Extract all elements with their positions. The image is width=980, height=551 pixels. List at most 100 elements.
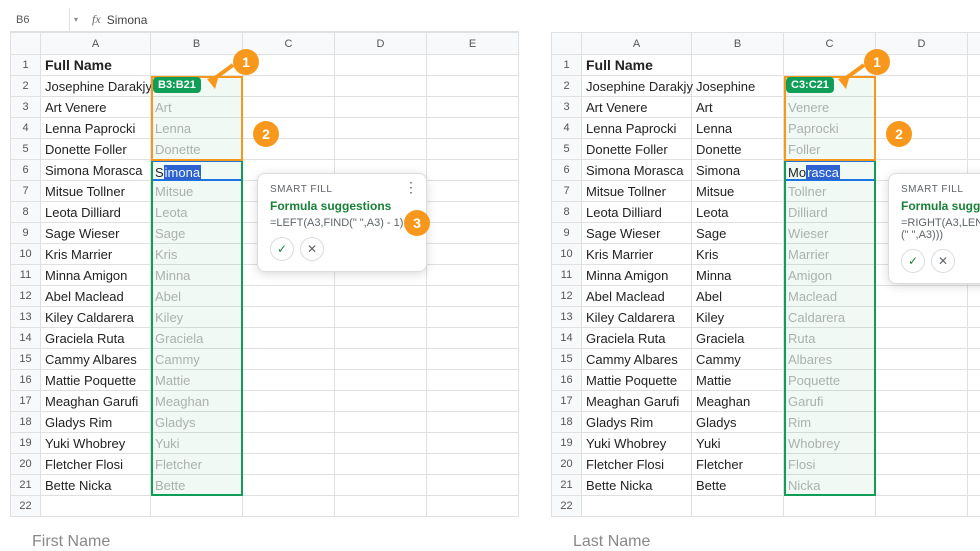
cell[interactable] [243,391,335,412]
row-header[interactable]: 2 [11,76,41,97]
cell[interactable] [243,454,335,475]
column-header-E[interactable]: E [427,33,519,55]
cell[interactable]: Donette Foller [41,139,151,160]
cell[interactable]: Kiley Caldarera [582,307,692,328]
cell[interactable] [335,370,427,391]
cell[interactable]: Kris [692,244,784,265]
cell[interactable]: Kris [151,244,243,265]
cell[interactable]: Josephine Darakjy [41,76,151,97]
accept-button[interactable]: ✓ [901,249,925,273]
column-header-A[interactable]: A [582,33,692,55]
cell[interactable] [243,76,335,97]
cell[interactable] [335,412,427,433]
cell[interactable]: Foller [784,139,876,160]
cell[interactable]: Maclead [784,286,876,307]
cell[interactable]: Cammy [692,349,784,370]
row-header[interactable]: 16 [11,370,41,391]
row-header[interactable]: 9 [552,223,582,244]
row-header[interactable]: 4 [552,118,582,139]
cell[interactable] [335,454,427,475]
cell[interactable]: Graciela [692,328,784,349]
cell[interactable]: Lenna Paprocki [41,118,151,139]
cell[interactable]: Flosi [784,454,876,475]
cell[interactable] [335,139,427,160]
cell[interactable] [876,412,968,433]
row-header[interactable]: 12 [552,286,582,307]
row-header[interactable]: 18 [552,412,582,433]
row-header[interactable]: 1 [11,55,41,76]
accept-button[interactable]: ✓ [270,237,294,261]
cell[interactable]: Gladys [151,412,243,433]
cell[interactable] [427,286,519,307]
cell[interactable]: Tollner [784,181,876,202]
cell[interactable]: Bette [151,475,243,496]
spreadsheet-grid-right[interactable]: A B C D E 1Full Name2Josephine DarakjyJo… [551,32,980,517]
cell[interactable]: Garufi [784,391,876,412]
column-header-C[interactable]: C [243,33,335,55]
cell[interactable]: Dilliard [784,202,876,223]
cell[interactable]: Donette Foller [582,139,692,160]
cell[interactable]: Abel [692,286,784,307]
cell[interactable] [335,349,427,370]
cell[interactable] [968,454,980,475]
cell[interactable] [876,496,968,517]
formula-bar-input[interactable]: Simona [107,13,148,27]
row-header[interactable]: 19 [552,433,582,454]
cell[interactable] [427,391,519,412]
cell[interactable] [335,97,427,118]
row-header[interactable]: 14 [552,328,582,349]
cell[interactable]: Art [151,97,243,118]
cell[interactable] [427,76,519,97]
column-header-E[interactable]: E [968,33,980,55]
cell[interactable]: Mattie Poquette [41,370,151,391]
column-header-D[interactable]: D [876,33,968,55]
cell[interactable] [41,496,151,517]
cell[interactable]: Whobrey [784,433,876,454]
cell[interactable]: Sage [692,223,784,244]
cell[interactable] [427,181,519,202]
cell[interactable]: Josephine Darakjy [582,76,692,97]
row-header[interactable]: 16 [552,370,582,391]
cell[interactable] [876,475,968,496]
cell[interactable]: Bette Nicka [41,475,151,496]
column-header-D[interactable]: D [335,33,427,55]
cell[interactable] [243,349,335,370]
cell[interactable]: Full Name [582,55,692,76]
cell[interactable] [427,223,519,244]
row-header[interactable]: 13 [11,307,41,328]
cell[interactable] [968,307,980,328]
cell[interactable] [427,328,519,349]
cell[interactable] [243,97,335,118]
row-header[interactable]: 7 [11,181,41,202]
row-header[interactable]: 3 [11,97,41,118]
cell[interactable] [151,496,243,517]
cell[interactable]: Leota Dilliard [582,202,692,223]
cell[interactable] [692,496,784,517]
row-header[interactable]: 15 [11,349,41,370]
cell[interactable] [427,139,519,160]
cell[interactable]: Art [692,97,784,118]
cell[interactable] [427,118,519,139]
row-header[interactable]: 20 [11,454,41,475]
cell[interactable] [427,454,519,475]
cell[interactable]: Caldarera [784,307,876,328]
cell[interactable] [243,370,335,391]
cell[interactable] [335,118,427,139]
cell[interactable]: Rim [784,412,876,433]
row-header[interactable]: 21 [11,475,41,496]
cell[interactable]: Sage Wieser [41,223,151,244]
row-header[interactable]: 17 [11,391,41,412]
cell[interactable] [582,496,692,517]
cell[interactable] [968,391,980,412]
cell[interactable] [784,496,876,517]
cell[interactable] [876,97,968,118]
cell[interactable]: Poquette [784,370,876,391]
row-header[interactable]: 4 [11,118,41,139]
row-header[interactable]: 17 [552,391,582,412]
cell[interactable]: Minna [692,265,784,286]
cell[interactable]: Mitsue [151,181,243,202]
cell[interactable] [876,349,968,370]
cell[interactable]: Sage Wieser [582,223,692,244]
cell[interactable]: Art Venere [41,97,151,118]
cell[interactable]: Mitsue Tollner [41,181,151,202]
